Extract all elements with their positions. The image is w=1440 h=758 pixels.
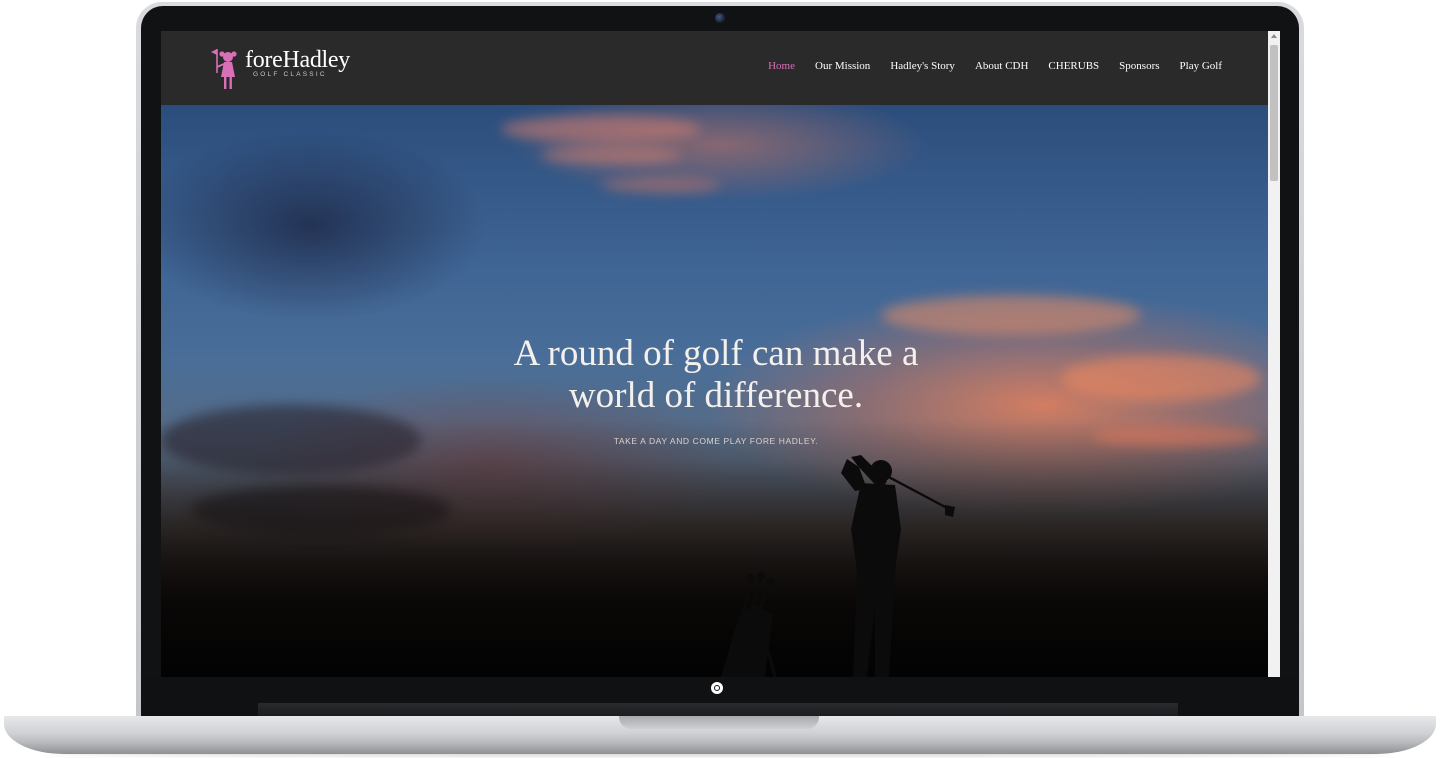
logo-wordmark: foreHadley: [245, 47, 350, 73]
sunset-cloud: [881, 295, 1141, 335]
laptop-mockup: foreHadley GOLF CLASSIC Home Our Mission…: [0, 0, 1440, 758]
sunset-cloud: [161, 405, 421, 475]
camera-icon: [715, 13, 725, 23]
laptop-hinge: [258, 703, 1178, 716]
logo-word-fore: fore: [245, 47, 283, 73]
nav-item-play-golf[interactable]: Play Golf: [1180, 60, 1222, 72]
laptop-notch: [619, 716, 819, 729]
nav-item-sponsors[interactable]: Sponsors: [1119, 60, 1159, 72]
sunset-cloud: [1061, 355, 1261, 401]
nav-item-our-mission[interactable]: Our Mission: [815, 60, 870, 72]
scrollbar-thumb[interactable]: [1270, 45, 1278, 181]
browser-viewport: foreHadley GOLF CLASSIC Home Our Mission…: [161, 31, 1280, 677]
golfer-silhouette-icon: [721, 455, 955, 677]
nav-item-hadleys-story[interactable]: Hadley's Story: [890, 60, 955, 72]
hero-banner: A round of golf can make a world of diff…: [161, 105, 1268, 677]
hero-headline-line2: world of difference.: [568, 375, 864, 416]
sunset-cloud: [501, 115, 701, 143]
sunset-cloud: [601, 177, 721, 193]
page-scrollbar[interactable]: [1268, 31, 1280, 677]
hero-headline-line1: A round of golf can make a: [513, 333, 919, 374]
sunset-cloud: [1091, 425, 1261, 447]
scroll-up-arrow-icon[interactable]: [1271, 34, 1277, 38]
power-icon: [711, 682, 723, 694]
hero-headline: A round of golf can make a world of diff…: [411, 333, 1021, 417]
logo-tagline: GOLF CLASSIC: [253, 71, 327, 78]
nav-item-home[interactable]: Home: [768, 60, 795, 72]
sunset-cloud: [191, 485, 451, 535]
nav-item-cherubs[interactable]: CHERUBS: [1048, 60, 1099, 72]
sunset-cloud: [541, 145, 681, 165]
nav-item-about-cdh[interactable]: About CDH: [975, 60, 1028, 72]
girl-with-flag-logo-icon: [211, 49, 237, 89]
site-header: foreHadley GOLF CLASSIC Home Our Mission…: [161, 31, 1268, 105]
site-logo[interactable]: foreHadley GOLF CLASSIC: [211, 47, 350, 91]
main-nav: Home Our Mission Hadley's Story About CD…: [748, 60, 1222, 72]
logo-word-name: Hadley: [282, 47, 350, 73]
